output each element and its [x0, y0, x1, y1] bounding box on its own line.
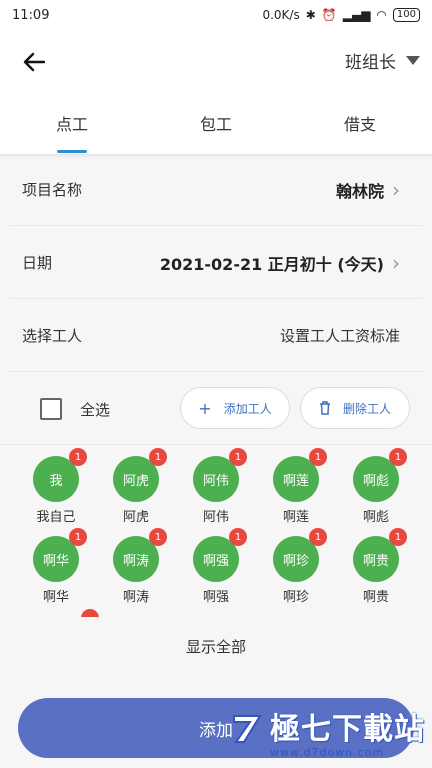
wage-standard-link[interactable]: 设置工人工资标准 [280, 325, 400, 346]
avatar-text: 啊强 [202, 553, 229, 569]
tab-contract-work[interactable]: 包工 [144, 110, 288, 154]
worker-name: 啊涛 [122, 590, 149, 605]
project-label: 项目名称 [22, 181, 83, 199]
worker-item[interactable]: 啊珍 1 啊珍 [261, 528, 331, 605]
remove-worker-button[interactable]: 删除工人 [300, 387, 410, 429]
worker-avatar[interactable]: 啊珍 1 [273, 528, 327, 582]
bluetooth-icon: ✱ [305, 8, 316, 22]
project-value-group: 翰林院 › [336, 178, 400, 202]
count-badge: 1 [229, 528, 247, 546]
role-label: 班组长 [345, 53, 396, 73]
back-arrow-icon [23, 52, 45, 72]
worker-item[interactable]: 啊贵 1 啊贵 [341, 528, 411, 605]
add-worker-button[interactable]: + 添加工人 [180, 387, 290, 429]
worker-name: 阿伟 [202, 510, 229, 525]
app-header: 班组长 点工 包工 借支 [0, 30, 432, 154]
back-button[interactable] [18, 46, 50, 78]
worker-name: 啊彪 [362, 510, 389, 525]
alarm-icon: ⏰ [321, 8, 337, 22]
battery-icon: 100 [392, 8, 420, 22]
chevron-right-icon: › [392, 250, 400, 275]
tab-advance[interactable]: 借支 [288, 110, 432, 154]
count-badge: 1 [389, 448, 407, 466]
select-all-label[interactable]: 全选 [80, 399, 110, 420]
show-all-button[interactable]: 显示全部 [0, 636, 432, 657]
date-value: 2021-02-21 正月初十 (今天) [159, 254, 384, 274]
trash-icon [319, 401, 330, 415]
count-badge: 1 [309, 528, 327, 546]
worker-avatar[interactable]: 啊华 1 [33, 528, 87, 582]
avatar-text: 阿伟 [202, 473, 229, 489]
count-badge: 1 [149, 448, 167, 466]
worker-avatar[interactable]: 啊彪 1 [353, 448, 407, 502]
worker-name: 啊强 [202, 590, 229, 605]
tab-day-work[interactable]: 点工 [0, 110, 144, 154]
count-badge: 1 [309, 448, 327, 466]
worker-item[interactable]: 啊彪 1 啊彪 [341, 448, 411, 525]
selection-toolbar: 全选 + 添加工人 删除工人 [0, 373, 432, 445]
worker-avatar[interactable]: 阿伟 1 [193, 448, 247, 502]
add-worker-label: 添加工人 [223, 401, 272, 416]
status-time: 11:09 [12, 7, 50, 23]
date-label: 日期 [22, 254, 53, 272]
worker-item[interactable]: 啊强 1 啊强 [181, 528, 251, 605]
worker-item[interactable]: 阿虎 1 阿虎 [101, 448, 171, 525]
worker-name: 啊珍 [282, 590, 309, 605]
avatar-text: 啊贵 [362, 553, 389, 569]
chevron-right-icon: › [392, 177, 400, 202]
count-badge: 1 [229, 448, 247, 466]
avatar-text: 啊涛 [122, 553, 149, 569]
worker-item[interactable]: 啊华 1 啊华 [21, 528, 91, 605]
network-speed: 0.0K/s [262, 8, 300, 22]
worker-avatar[interactable]: 阿虎 1 [113, 448, 167, 502]
avatar-text: 我 [49, 473, 63, 489]
worker-avatar[interactable]: 啊涛 1 [113, 528, 167, 582]
worker-item[interactable]: 我 1 我自己 [21, 448, 91, 525]
worker-name: 啊莲 [282, 510, 309, 525]
count-badge: 1 [389, 528, 407, 546]
date-value-group: 2021-02-21 正月初十 (今天) › [160, 251, 400, 275]
workers-row: 选择工人 设置工人工资标准 [10, 300, 422, 372]
worker-name: 啊贵 [362, 590, 389, 605]
date-row[interactable]: 日期 2021-02-21 正月初十 (今天) › [10, 227, 422, 299]
role-selector[interactable]: 班组长 [345, 48, 420, 73]
worker-name: 我自己 [36, 510, 76, 525]
select-all-checkbox[interactable] [40, 398, 62, 420]
wifi-icon: ◠ [376, 8, 387, 22]
avatar-text: 阿虎 [122, 473, 149, 489]
worker-item[interactable]: 啊莲 1 啊莲 [261, 448, 331, 525]
status-icons: 0.0K/s ✱ ⏰ ▂▄▆ ◠ 100 [262, 8, 420, 22]
clipped-badge [81, 609, 99, 617]
count-badge: 1 [69, 448, 87, 466]
worker-name: 阿虎 [122, 510, 149, 525]
avatar-text: 啊珍 [282, 553, 309, 569]
count-badge: 1 [69, 528, 87, 546]
avatar-text: 啊莲 [282, 473, 309, 489]
submit-add-button[interactable]: 添加 [18, 698, 414, 758]
status-bar: 11:09 0.0K/s ✱ ⏰ ▂▄▆ ◠ 100 [0, 0, 432, 30]
dropdown-triangle-icon [406, 56, 420, 65]
avatar-text: 啊华 [42, 553, 69, 569]
worker-avatar[interactable]: 我 1 [33, 448, 87, 502]
worker-avatar[interactable]: 啊强 1 [193, 528, 247, 582]
worker-item[interactable]: 阿伟 1 阿伟 [181, 448, 251, 525]
signal-icon: ▂▄▆ [342, 8, 371, 22]
worker-avatar[interactable]: 啊贵 1 [353, 528, 407, 582]
count-badge: 1 [149, 528, 167, 546]
worker-name: 啊华 [42, 590, 69, 605]
project-row[interactable]: 项目名称 翰林院 › [10, 154, 422, 226]
select-workers-label: 选择工人 [22, 327, 83, 345]
worker-item[interactable]: 啊涛 1 啊涛 [101, 528, 171, 605]
remove-worker-label: 删除工人 [342, 401, 391, 416]
plus-icon: + [198, 398, 212, 418]
worker-avatar[interactable]: 啊莲 1 [273, 448, 327, 502]
project-value: 翰林院 [335, 181, 384, 201]
avatar-text: 啊彪 [362, 473, 389, 489]
tab-bar: 点工 包工 借支 [0, 110, 432, 154]
